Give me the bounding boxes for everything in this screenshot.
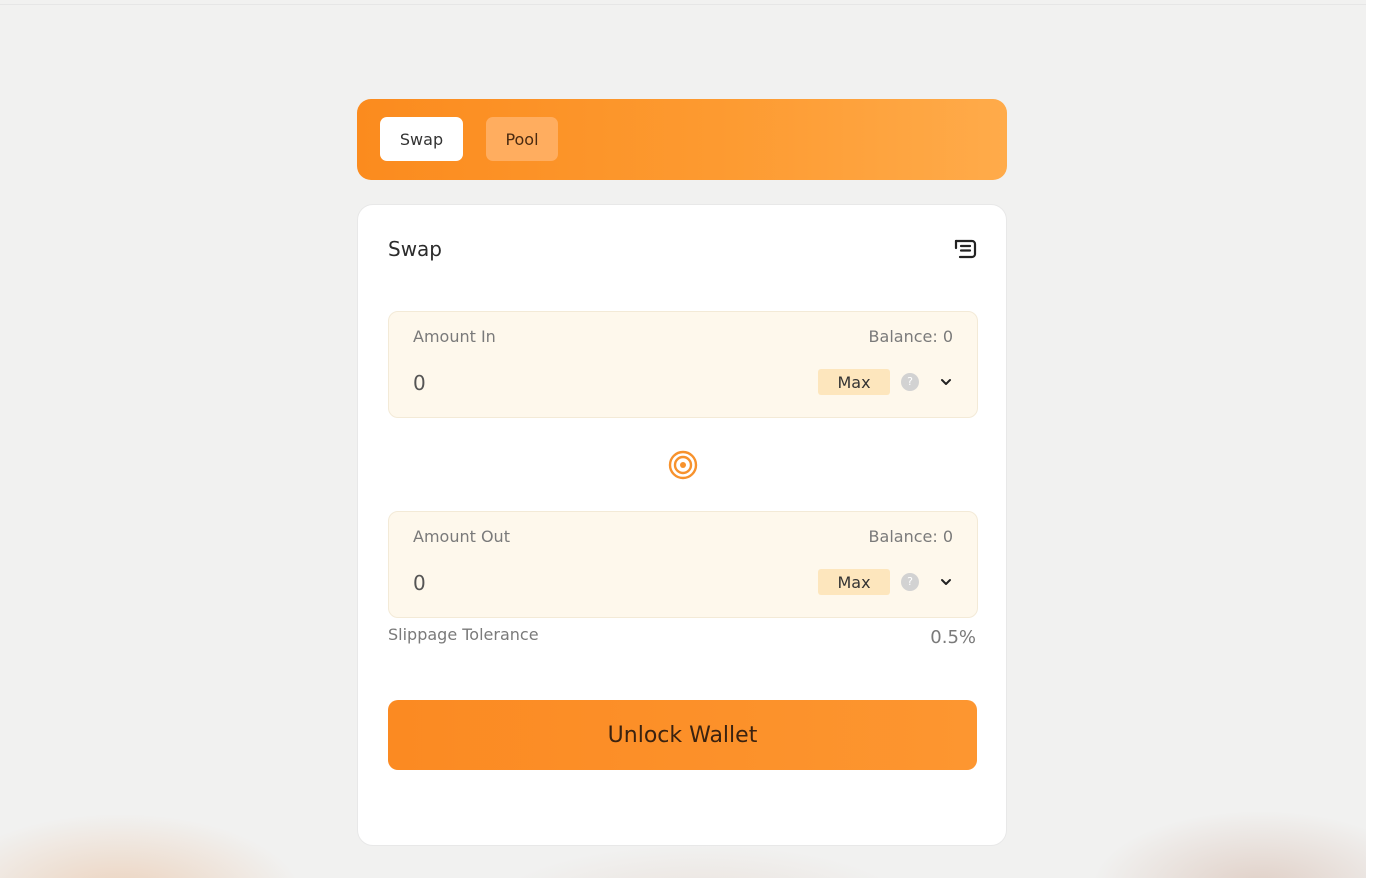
- amount-out-balance: Balance: 0: [868, 527, 953, 546]
- slippage-tolerance-value[interactable]: 0.5%: [930, 627, 976, 648]
- tab-swap[interactable]: Swap: [380, 117, 463, 161]
- amount-out-input[interactable]: [413, 567, 713, 599]
- card-title: Swap: [388, 237, 443, 261]
- amount-out-label: Amount Out: [413, 527, 510, 546]
- amount-in-max-button[interactable]: Max: [818, 369, 890, 395]
- page-scrollbar-track: [1366, 0, 1373, 878]
- amount-in-balance: Balance: 0: [868, 327, 953, 346]
- tab-bar: Swap Pool: [357, 99, 1007, 180]
- amount-in-input[interactable]: [413, 367, 713, 399]
- chevron-down-icon[interactable]: [939, 376, 953, 388]
- question-mark-token-icon[interactable]: ?: [901, 573, 919, 591]
- chevron-down-icon[interactable]: [939, 576, 953, 588]
- question-mark-token-icon[interactable]: ?: [901, 373, 919, 391]
- tab-pool[interactable]: Pool: [486, 117, 558, 161]
- history-list-icon[interactable]: [952, 236, 978, 262]
- swap-card: Swap Amount In Balance: 0 Max ? Amount O…: [357, 204, 1007, 846]
- amount-in-label: Amount In: [413, 327, 496, 346]
- amount-in-box: Amount In Balance: 0 Max ?: [388, 311, 978, 418]
- amount-out-max-button[interactable]: Max: [818, 569, 890, 595]
- unlock-wallet-button[interactable]: Unlock Wallet: [388, 700, 977, 770]
- top-divider: [0, 4, 1373, 5]
- swap-direction-icon[interactable]: [666, 448, 700, 482]
- amount-out-box: Amount Out Balance: 0 Max ?: [388, 511, 978, 618]
- slippage-tolerance-label: Slippage Tolerance: [388, 625, 539, 644]
